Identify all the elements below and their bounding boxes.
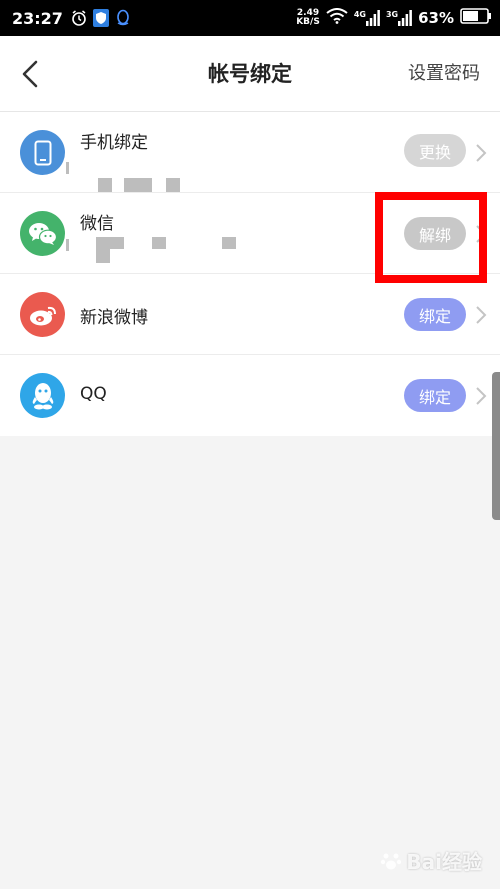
watermark-text: Bai经验: [406, 850, 482, 874]
network-speed: 2.49 KB/S: [296, 9, 320, 27]
masked-phone-number: [66, 156, 266, 192]
set-password-button[interactable]: 设置密码: [408, 36, 480, 112]
header-bar: 帐号绑定 设置密码: [0, 36, 500, 112]
battery-icon: [460, 8, 492, 28]
binding-name: 新浪微博: [80, 308, 148, 328]
bind-weibo-button[interactable]: 绑定: [404, 298, 466, 331]
weibo-icon: [20, 292, 65, 337]
battery-percent: 63%: [418, 9, 454, 27]
phone-icon: [20, 130, 65, 175]
alarm-icon: [71, 10, 87, 26]
shield-icon: [92, 9, 109, 27]
binding-name: 微信: [80, 214, 114, 234]
network-speed-unit: KB/S: [296, 17, 320, 27]
chevron-right-icon[interactable]: [474, 304, 488, 326]
wifi-icon: [326, 8, 348, 28]
qq-icon: [20, 373, 65, 418]
signal-3g-icon: 3G: [386, 10, 412, 26]
binding-name: QQ: [80, 384, 107, 404]
paw-icon: [381, 853, 402, 869]
binding-name: 手机绑定: [80, 133, 148, 153]
highlight-box: [375, 192, 487, 283]
change-phone-button[interactable]: 更换: [404, 134, 466, 167]
scroll-handle[interactable]: [492, 372, 500, 520]
status-time: 23:27: [12, 8, 63, 28]
signal-4g-icon: 4G: [354, 10, 380, 26]
qq-notification-icon: [115, 9, 131, 27]
bind-qq-button[interactable]: 绑定: [404, 379, 466, 412]
watermark: Bai经验: [380, 846, 482, 875]
chevron-right-icon[interactable]: [474, 142, 488, 164]
list-item-phone: 手机绑定 更换: [0, 112, 500, 193]
wechat-icon: [20, 211, 65, 256]
status-bar: 23:27 2.49 KB/S 4G 3G 63%: [0, 0, 500, 36]
list-item-weibo: 新浪微博 绑定: [0, 274, 500, 355]
chevron-right-icon[interactable]: [474, 385, 488, 407]
masked-wechat-account: [66, 237, 266, 267]
list-item-qq: QQ 绑定: [0, 355, 500, 436]
